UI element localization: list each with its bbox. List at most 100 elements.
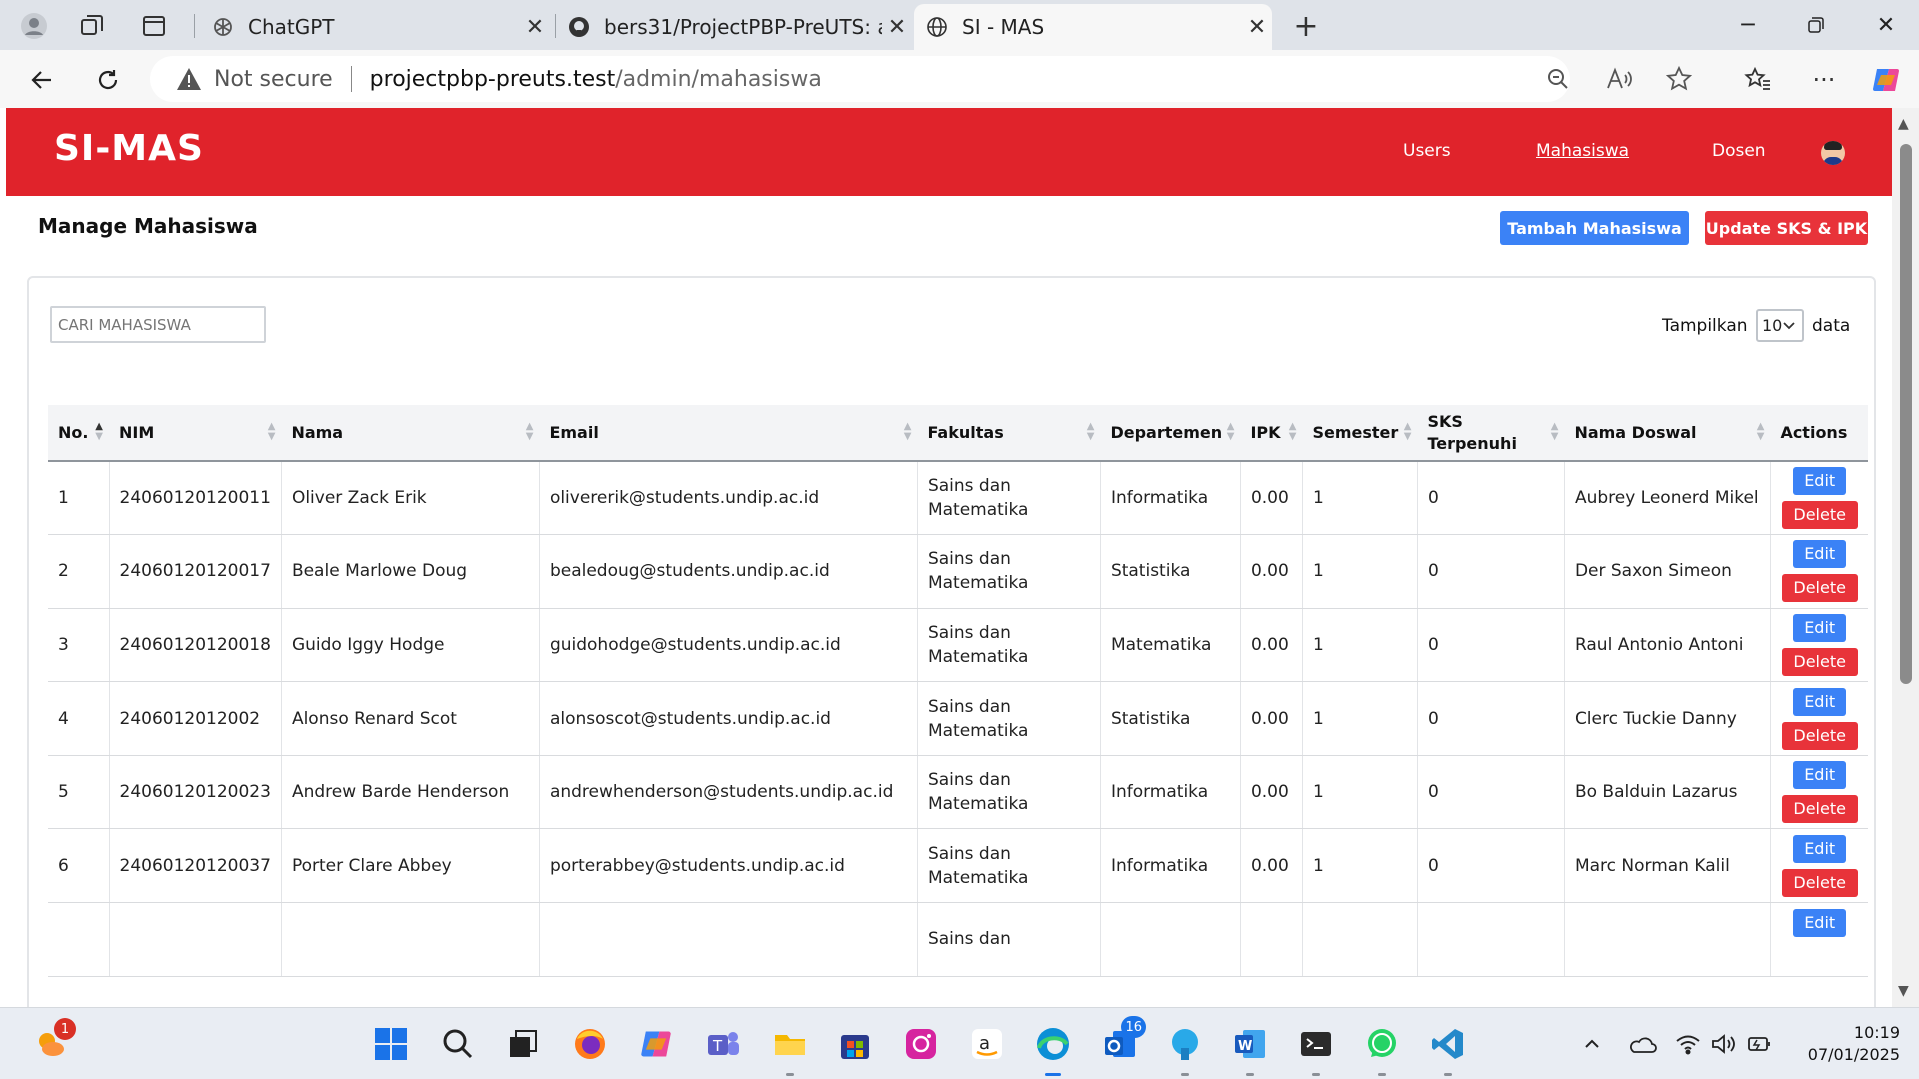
tab-github[interactable]: bers31/ProjectPBP-PreUTS: ahihi ✕ <box>556 4 912 50</box>
security-label[interactable]: Not secure <box>214 67 333 92</box>
vertical-tabs-icon[interactable] <box>138 10 170 42</box>
volume-icon[interactable] <box>1704 1024 1744 1064</box>
minimize-icon[interactable]: ─ <box>1718 4 1778 46</box>
cell-email: guidohodge@students.undip.ac.id <box>539 608 918 683</box>
wifi-icon[interactable] <box>1668 1024 1708 1064</box>
table-row: 5 24060120120023 Andrew Barde Henderson and… <box>48 755 1869 830</box>
weather-icon[interactable]: 1 <box>30 1018 76 1064</box>
copilot-app-icon[interactable] <box>636 1024 676 1064</box>
col-semester[interactable]: Semester ▲ ▼ <box>1302 405 1418 462</box>
edit-button[interactable]: Edit <box>1793 613 1847 642</box>
vscode-icon[interactable] <box>1428 1024 1468 1076</box>
nav-dosen[interactable]: Dosen <box>1712 141 1766 161</box>
cell-nama: Alonso Renard Scot <box>281 681 540 756</box>
nav-users[interactable]: Users <box>1403 141 1451 161</box>
delete-button[interactable]: Delete <box>1781 574 1858 603</box>
nav-mahasiswa[interactable]: Mahasiswa <box>1536 141 1629 161</box>
amazon-icon[interactable]: a <box>967 1024 1007 1064</box>
edge-icon[interactable] <box>1033 1024 1073 1076</box>
col-sks-terpenuhi[interactable]: SKS Terpenuhi ▲ ▼ <box>1417 405 1565 462</box>
start-icon[interactable] <box>371 1024 411 1064</box>
scroll-down-icon[interactable]: ▼ <box>1898 983 1909 999</box>
tab-chatgpt[interactable]: ChatGPT ✕ <box>200 4 550 50</box>
profile-icon[interactable] <box>18 10 50 42</box>
page-title: Manage Mahasiswa <box>38 214 258 238</box>
page-scrollbar[interactable]: ▲ ▼ <box>1892 108 1919 1007</box>
edit-button[interactable]: Edit <box>1793 467 1847 496</box>
cloud-app-icon[interactable] <box>1165 1024 1205 1076</box>
close-window-icon[interactable]: ✕ <box>1856 4 1916 46</box>
delete-button[interactable]: Delete <box>1781 501 1858 530</box>
col-email[interactable]: Email ▲ ▼ <box>539 405 918 462</box>
notification-badge: 1 <box>54 1018 76 1040</box>
instagram-icon[interactable] <box>901 1024 941 1064</box>
delete-button[interactable]: Delete <box>1781 868 1858 897</box>
close-tab-icon[interactable]: ✕ <box>520 15 550 40</box>
battery-icon[interactable] <box>1740 1024 1780 1064</box>
read-aloud-icon[interactable] <box>1604 64 1634 94</box>
tab-si-mas[interactable]: SI - MAS ✕ <box>914 4 1272 50</box>
edit-button[interactable]: Edit <box>1793 909 1847 938</box>
delete-button[interactable]: Delete <box>1781 795 1858 824</box>
reload-icon[interactable] <box>88 60 128 100</box>
teams-icon[interactable]: T <box>703 1024 743 1064</box>
table-row: 1 24060120120011 Oliver Zack Erik olivereri… <box>48 461 1869 536</box>
outlook-icon[interactable]: 16 <box>1100 1016 1146 1064</box>
favorites-icon[interactable] <box>1742 64 1774 96</box>
zoom-out-icon[interactable] <box>1543 64 1573 94</box>
terminal-icon[interactable] <box>1296 1024 1336 1076</box>
close-tab-icon[interactable]: ✕ <box>1242 15 1272 40</box>
search-icon[interactable] <box>438 1024 478 1064</box>
firefox-icon[interactable] <box>570 1024 610 1064</box>
col-no[interactable]: No. ▲ ▼ <box>48 405 109 462</box>
restore-icon[interactable] <box>1786 4 1846 46</box>
col-nama-doswal[interactable]: Nama Doswal ▲ ▼ <box>1564 405 1771 462</box>
chevron-up-icon[interactable] <box>1572 1024 1612 1064</box>
cell-email: bealedoug@students.undip.ac.id <box>539 534 918 609</box>
url-path: /admin/mahasiswa <box>615 66 822 92</box>
url-field[interactable]: Not secure projectpbp-preuts.test/admin/… <box>150 56 1570 102</box>
favorite-star-icon[interactable] <box>1664 64 1694 94</box>
whatsapp-icon[interactable] <box>1362 1024 1402 1076</box>
cell-nama: Guido Iggy Hodge <box>281 608 540 683</box>
entries-select[interactable]: 10 <box>1756 309 1804 342</box>
col-nim[interactable]: NIM ▲ ▼ <box>109 405 282 462</box>
edit-button[interactable]: Edit <box>1793 687 1847 716</box>
col-fakultas[interactable]: Fakultas ▲ ▼ <box>917 405 1101 462</box>
cell-email: andrewhenderson@students.undip.ac.id <box>539 755 918 830</box>
cell-sks: 0 <box>1417 755 1565 830</box>
delete-button[interactable]: Delete <box>1781 647 1858 676</box>
workspaces-icon[interactable] <box>76 10 108 42</box>
cell-actions: Edit Delete <box>1770 828 1869 904</box>
edit-button[interactable]: Edit <box>1793 834 1847 863</box>
more-options-icon[interactable]: ··· <box>1808 64 1840 96</box>
col-departemen[interactable]: Departemen ▲ ▼ <box>1100 405 1241 462</box>
warning-icon[interactable] <box>176 67 204 91</box>
word-icon[interactable]: W <box>1230 1024 1270 1076</box>
col-nama[interactable]: Nama ▲ ▼ <box>281 405 540 462</box>
svg-text:W: W <box>1238 1039 1252 1054</box>
scroll-up-icon[interactable]: ▲ <box>1898 116 1909 132</box>
microsoft-store-icon[interactable] <box>835 1024 875 1064</box>
system-clock[interactable]: 10:19 07/01/2025 <box>1790 1022 1900 1066</box>
onedrive-icon[interactable] <box>1622 1024 1662 1064</box>
copilot-icon[interactable] <box>1870 64 1902 96</box>
back-icon[interactable] <box>22 60 62 100</box>
cell-departemen: Matematika <box>1100 608 1241 683</box>
task-view-icon[interactable] <box>503 1024 543 1064</box>
file-explorer-icon[interactable] <box>770 1024 810 1076</box>
col-ipk[interactable]: IPK ▲ ▼ <box>1240 405 1303 462</box>
edit-button[interactable]: Edit <box>1793 761 1847 790</box>
cell-actions: Edit Delete <box>1770 534 1869 609</box>
edit-button[interactable]: Edit <box>1793 540 1847 569</box>
delete-button[interactable]: Delete <box>1781 721 1858 750</box>
scrollbar-thumb[interactable] <box>1900 144 1912 684</box>
update-sks-ipk-button[interactable]: Update SKS & IPK <box>1705 211 1868 245</box>
cell-departemen <box>1100 902 1241 977</box>
brand-logo[interactable]: SI-MAS <box>54 128 204 169</box>
new-tab-icon[interactable]: + <box>1290 9 1322 44</box>
search-input[interactable] <box>50 306 266 343</box>
user-avatar[interactable] <box>1821 141 1845 165</box>
add-mahasiswa-button[interactable]: Tambah Mahasiswa <box>1500 211 1689 245</box>
close-tab-icon[interactable]: ✕ <box>882 15 912 40</box>
